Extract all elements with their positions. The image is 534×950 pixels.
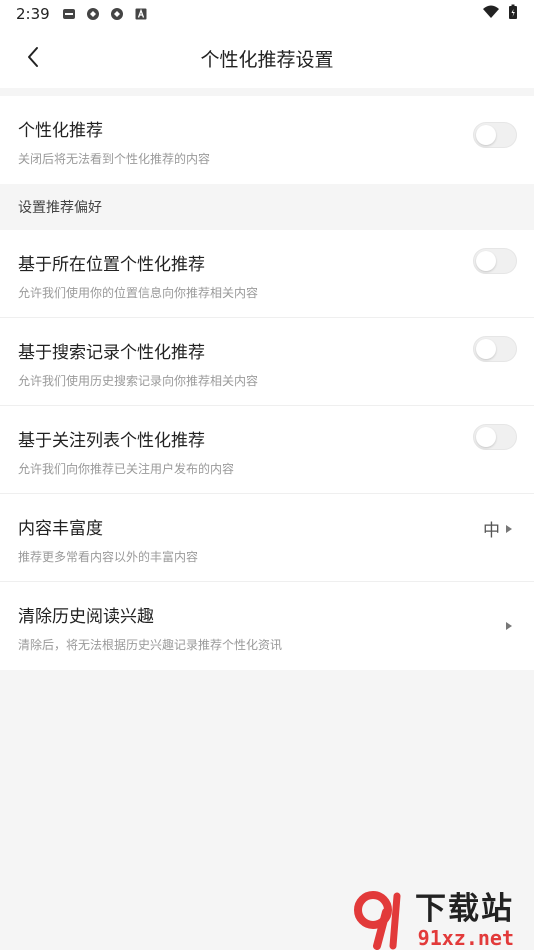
pref-row-location[interactable]: 基于所在位置个性化推荐 允许我们使用你的位置信息向你推荐相关内容 <box>0 230 534 318</box>
app-bar: 个性化推荐设置 <box>0 28 534 88</box>
row-desc: 关闭后将无法看到个性化推荐的内容 <box>18 152 211 166</box>
battery-icon <box>508 4 518 24</box>
clear-history-arrow <box>500 622 512 630</box>
chevron-left-icon <box>28 47 38 67</box>
row-desc: 允许我们使用历史搜索记录向你推荐相关内容 <box>18 374 259 388</box>
app-notification-icon <box>110 7 124 21</box>
row-label: 基于所在位置个性化推荐 <box>18 255 205 275</box>
watermark-logo-icon <box>354 891 401 950</box>
row-desc: 允许我们使用你的位置信息向你推荐相关内容 <box>18 286 259 300</box>
chevron-right-icon <box>506 622 512 630</box>
personalized-recommend-row[interactable]: 个性化推荐 关闭后将无法看到个性化推荐的内容 <box>0 96 534 184</box>
row-label: 清除历史阅读兴趣 <box>18 607 154 627</box>
row-label: 基于关注列表个性化推荐 <box>18 431 205 451</box>
row-desc: 推荐更多常看内容以外的丰富内容 <box>18 550 199 564</box>
content-richness-row[interactable]: 内容丰富度 推荐更多常看内容以外的丰富内容 中 <box>0 494 534 582</box>
row-desc: 清除后，将无法根据历史兴趣记录推荐个性化资讯 <box>18 638 283 652</box>
richness-value: 中 <box>483 516 512 541</box>
watermark-url-text: 91xz.net <box>417 926 514 950</box>
app-notification-icon <box>86 7 100 21</box>
personalized-recommend-toggle[interactable] <box>473 122 517 148</box>
status-time: 2:39 <box>16 5 50 23</box>
watermark-cn-text: 下载站 <box>415 891 514 927</box>
search-recommend-toggle[interactable] <box>473 336 517 362</box>
status-bar: 2:39 <box>0 0 534 28</box>
location-recommend-toggle[interactable] <box>473 248 517 274</box>
notification-a-icon <box>134 7 148 21</box>
pref-row-following[interactable]: 基于关注列表个性化推荐 允许我们向你推荐已关注用户发布的内容 <box>0 406 534 494</box>
page-title: 个性化推荐设置 <box>200 48 334 71</box>
clear-history-row[interactable]: 清除历史阅读兴趣 清除后，将无法根据历史兴趣记录推荐个性化资讯 <box>0 582 534 670</box>
wifi-icon <box>482 5 500 23</box>
row-label: 基于搜索记录个性化推荐 <box>18 343 205 363</box>
notification-icon <box>62 7 76 21</box>
pref-row-search[interactable]: 基于搜索记录个性化推荐 允许我们使用历史搜索记录向你推荐相关内容 <box>0 318 534 406</box>
row-desc: 允许我们向你推荐已关注用户发布的内容 <box>18 462 235 476</box>
section-header: 设置推荐偏好 <box>0 184 534 230</box>
back-button[interactable] <box>18 42 48 72</box>
richness-value-text: 中 <box>483 521 500 541</box>
row-label: 个性化推荐 <box>18 121 103 141</box>
divider <box>0 88 534 96</box>
watermark: 下载站 91xz.net <box>353 884 528 950</box>
row-label: 内容丰富度 <box>18 519 103 539</box>
following-recommend-toggle[interactable] <box>473 424 517 450</box>
chevron-right-icon <box>506 524 512 533</box>
